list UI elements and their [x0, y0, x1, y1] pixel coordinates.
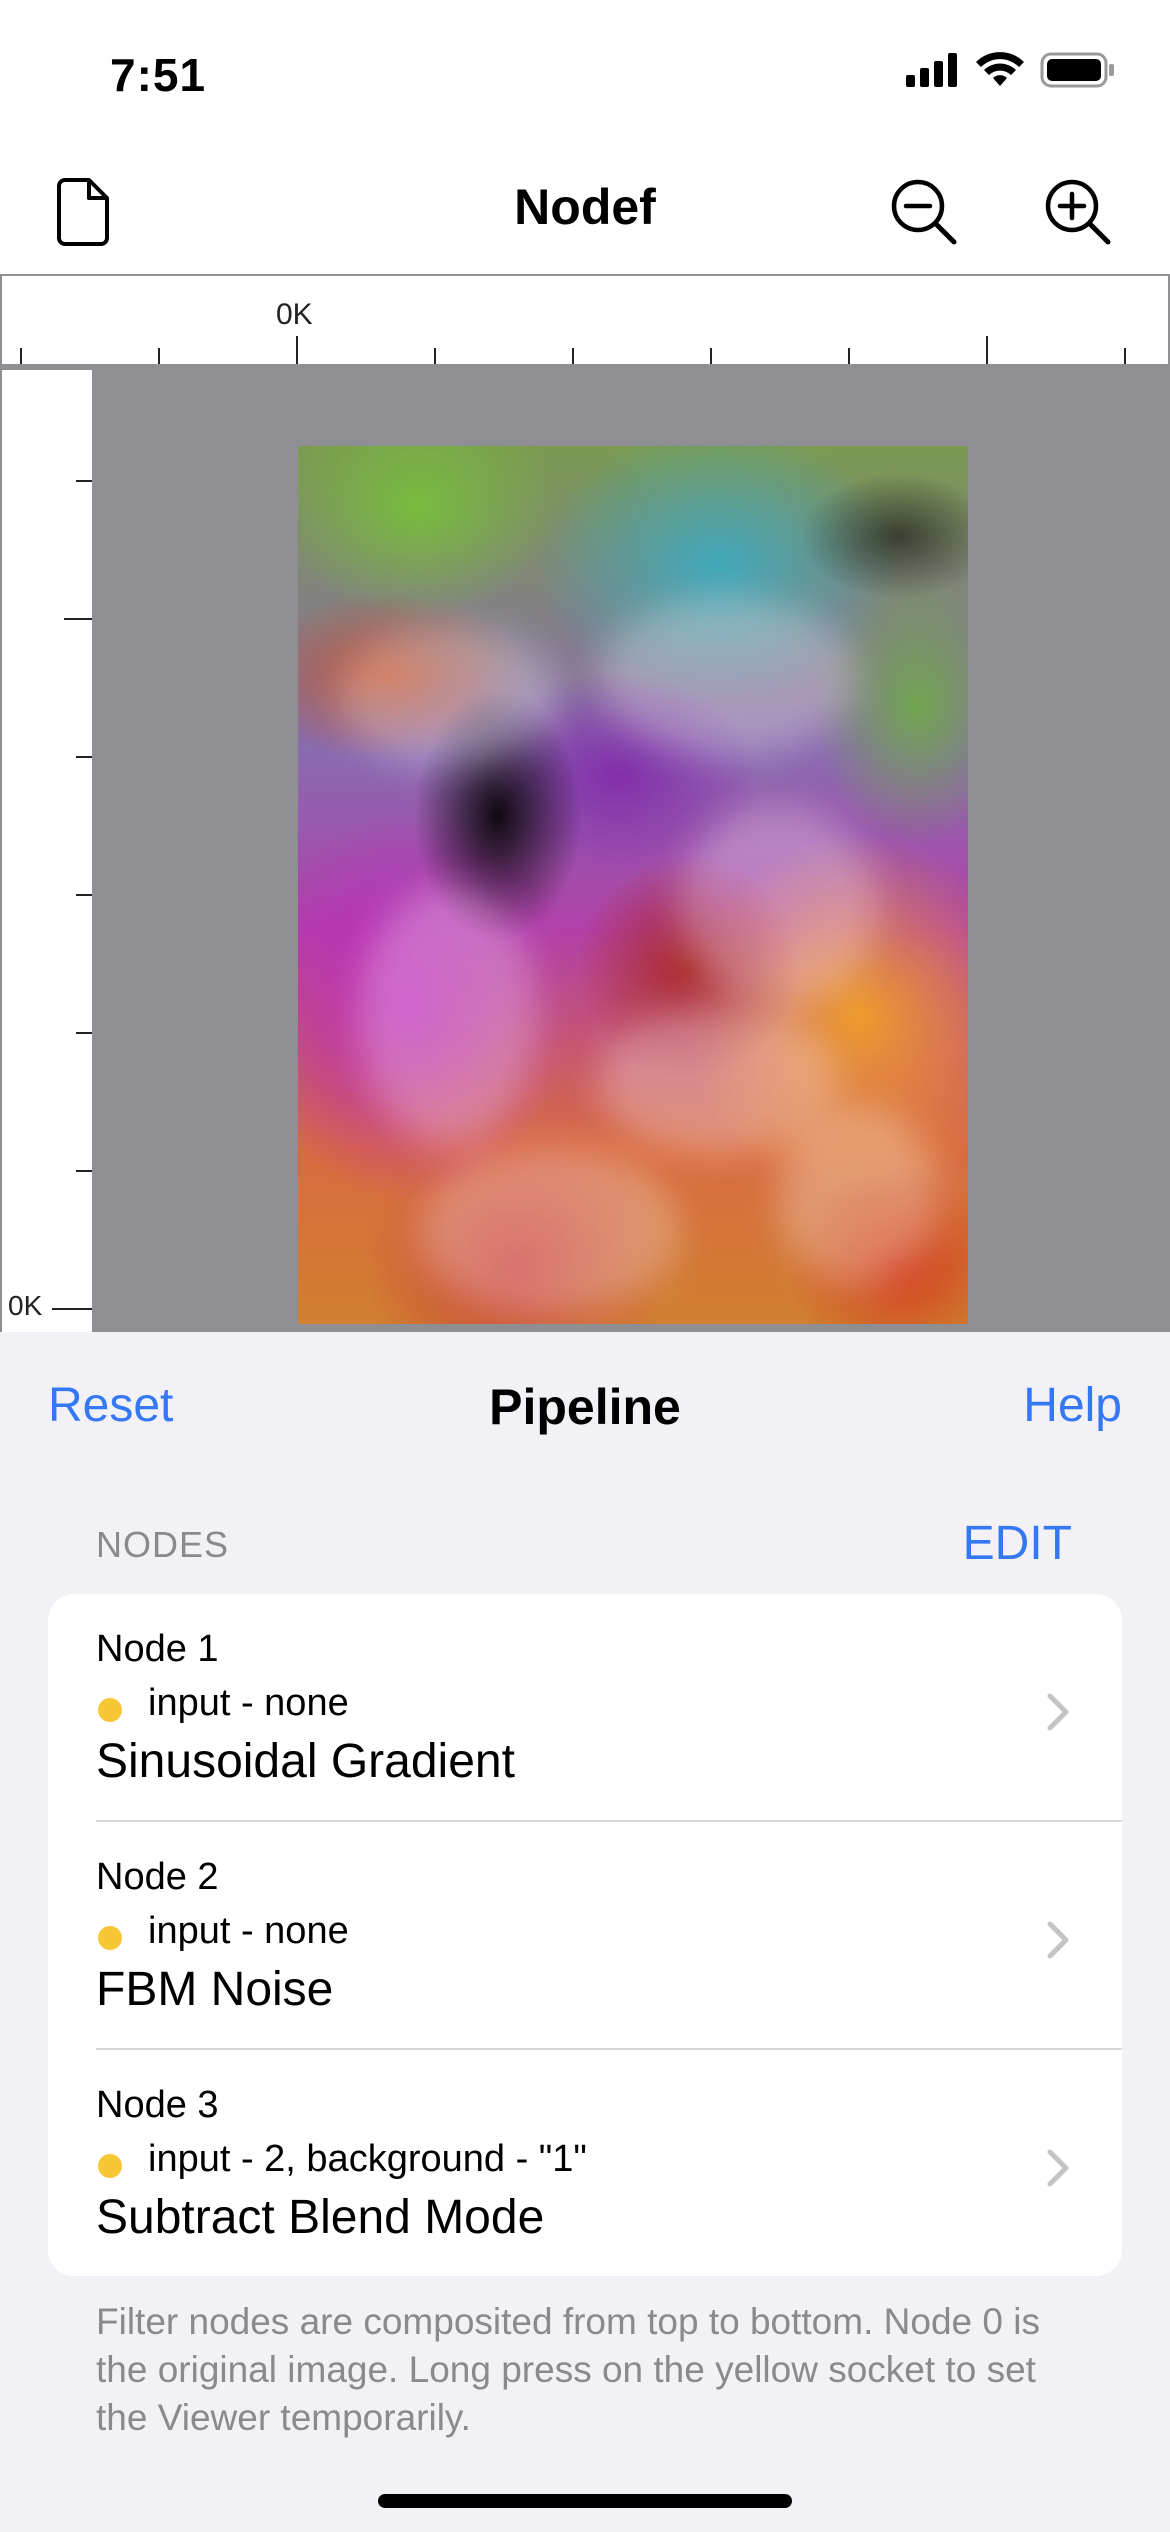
pipeline-title: Pipeline — [489, 1379, 681, 1435]
chevron-right-icon — [1047, 1921, 1069, 1959]
node-input: input - 2, background - "1" — [148, 2138, 587, 2180]
socket-icon[interactable] — [98, 1698, 122, 1722]
canvas-area[interactable]: 0K 0K — [0, 274, 1170, 1332]
ruler-left-label: 0K — [8, 1290, 43, 1321]
signal-icon — [906, 53, 957, 87]
nav-bar: Nodef — [0, 150, 1170, 274]
status-bar: 7:51 — [0, 0, 1170, 150]
node-name: Node 2 — [96, 1856, 219, 1898]
chevron-right-icon — [1047, 1693, 1069, 1731]
node-input: input - none — [148, 1910, 349, 1952]
node-filter: FBM Noise — [96, 1963, 334, 2016]
socket-icon[interactable] — [98, 2154, 122, 2178]
help-button[interactable]: Help — [1023, 1378, 1122, 1433]
pipeline-header: Reset Pipeline Help — [0, 1368, 1170, 1438]
nodes-section-header: NODES — [96, 1524, 230, 1565]
node-name: Node 3 — [96, 2084, 219, 2126]
list-item-node-2[interactable]: Node 2 input - none FBM Noise — [48, 1822, 1122, 2050]
chevron-right-icon — [1047, 2149, 1069, 2187]
pipeline-footer-note: Filter nodes are composited from top to … — [96, 2301, 1040, 2438]
node-filter: Subtract Blend Mode — [96, 2191, 545, 2244]
wifi-icon — [976, 52, 1024, 86]
socket-icon[interactable] — [98, 1926, 122, 1950]
list-item-node-1[interactable]: Node 1 input - none Sinusoidal Gradient — [48, 1594, 1122, 1822]
nav-title: Nodef — [514, 179, 656, 235]
filter-preview-image[interactable] — [298, 446, 968, 1324]
nodes-list: Node 1 input - none Sinusoidal Gradient … — [48, 1594, 1122, 2276]
node-filter: Sinusoidal Gradient — [96, 1735, 515, 1788]
status-time: 7:51 — [110, 49, 207, 101]
battery-icon — [1040, 52, 1114, 88]
pipeline-panel: Reset Pipeline Help NODES EDIT Node 1 in… — [0, 1332, 1170, 2532]
status-icons — [906, 52, 1116, 88]
node-input: input - none — [148, 1682, 349, 1724]
edit-button[interactable]: EDIT — [963, 1516, 1072, 1571]
home-indicator[interactable] — [378, 2494, 792, 2508]
list-item-node-3[interactable]: Node 3 input - 2, background - "1" Subtr… — [48, 2050, 1122, 2276]
zoom-out-icon — [891, 179, 957, 245]
zoom-in-icon — [1045, 179, 1111, 245]
ruler-top: 0K — [0, 274, 1170, 366]
ruler-top-label: 0K — [276, 298, 313, 331]
zoom-in-button[interactable] — [1038, 172, 1118, 252]
ruler-left: 0K — [0, 370, 92, 1332]
node-name: Node 1 — [96, 1628, 219, 1670]
zoom-out-button[interactable] — [884, 172, 964, 252]
